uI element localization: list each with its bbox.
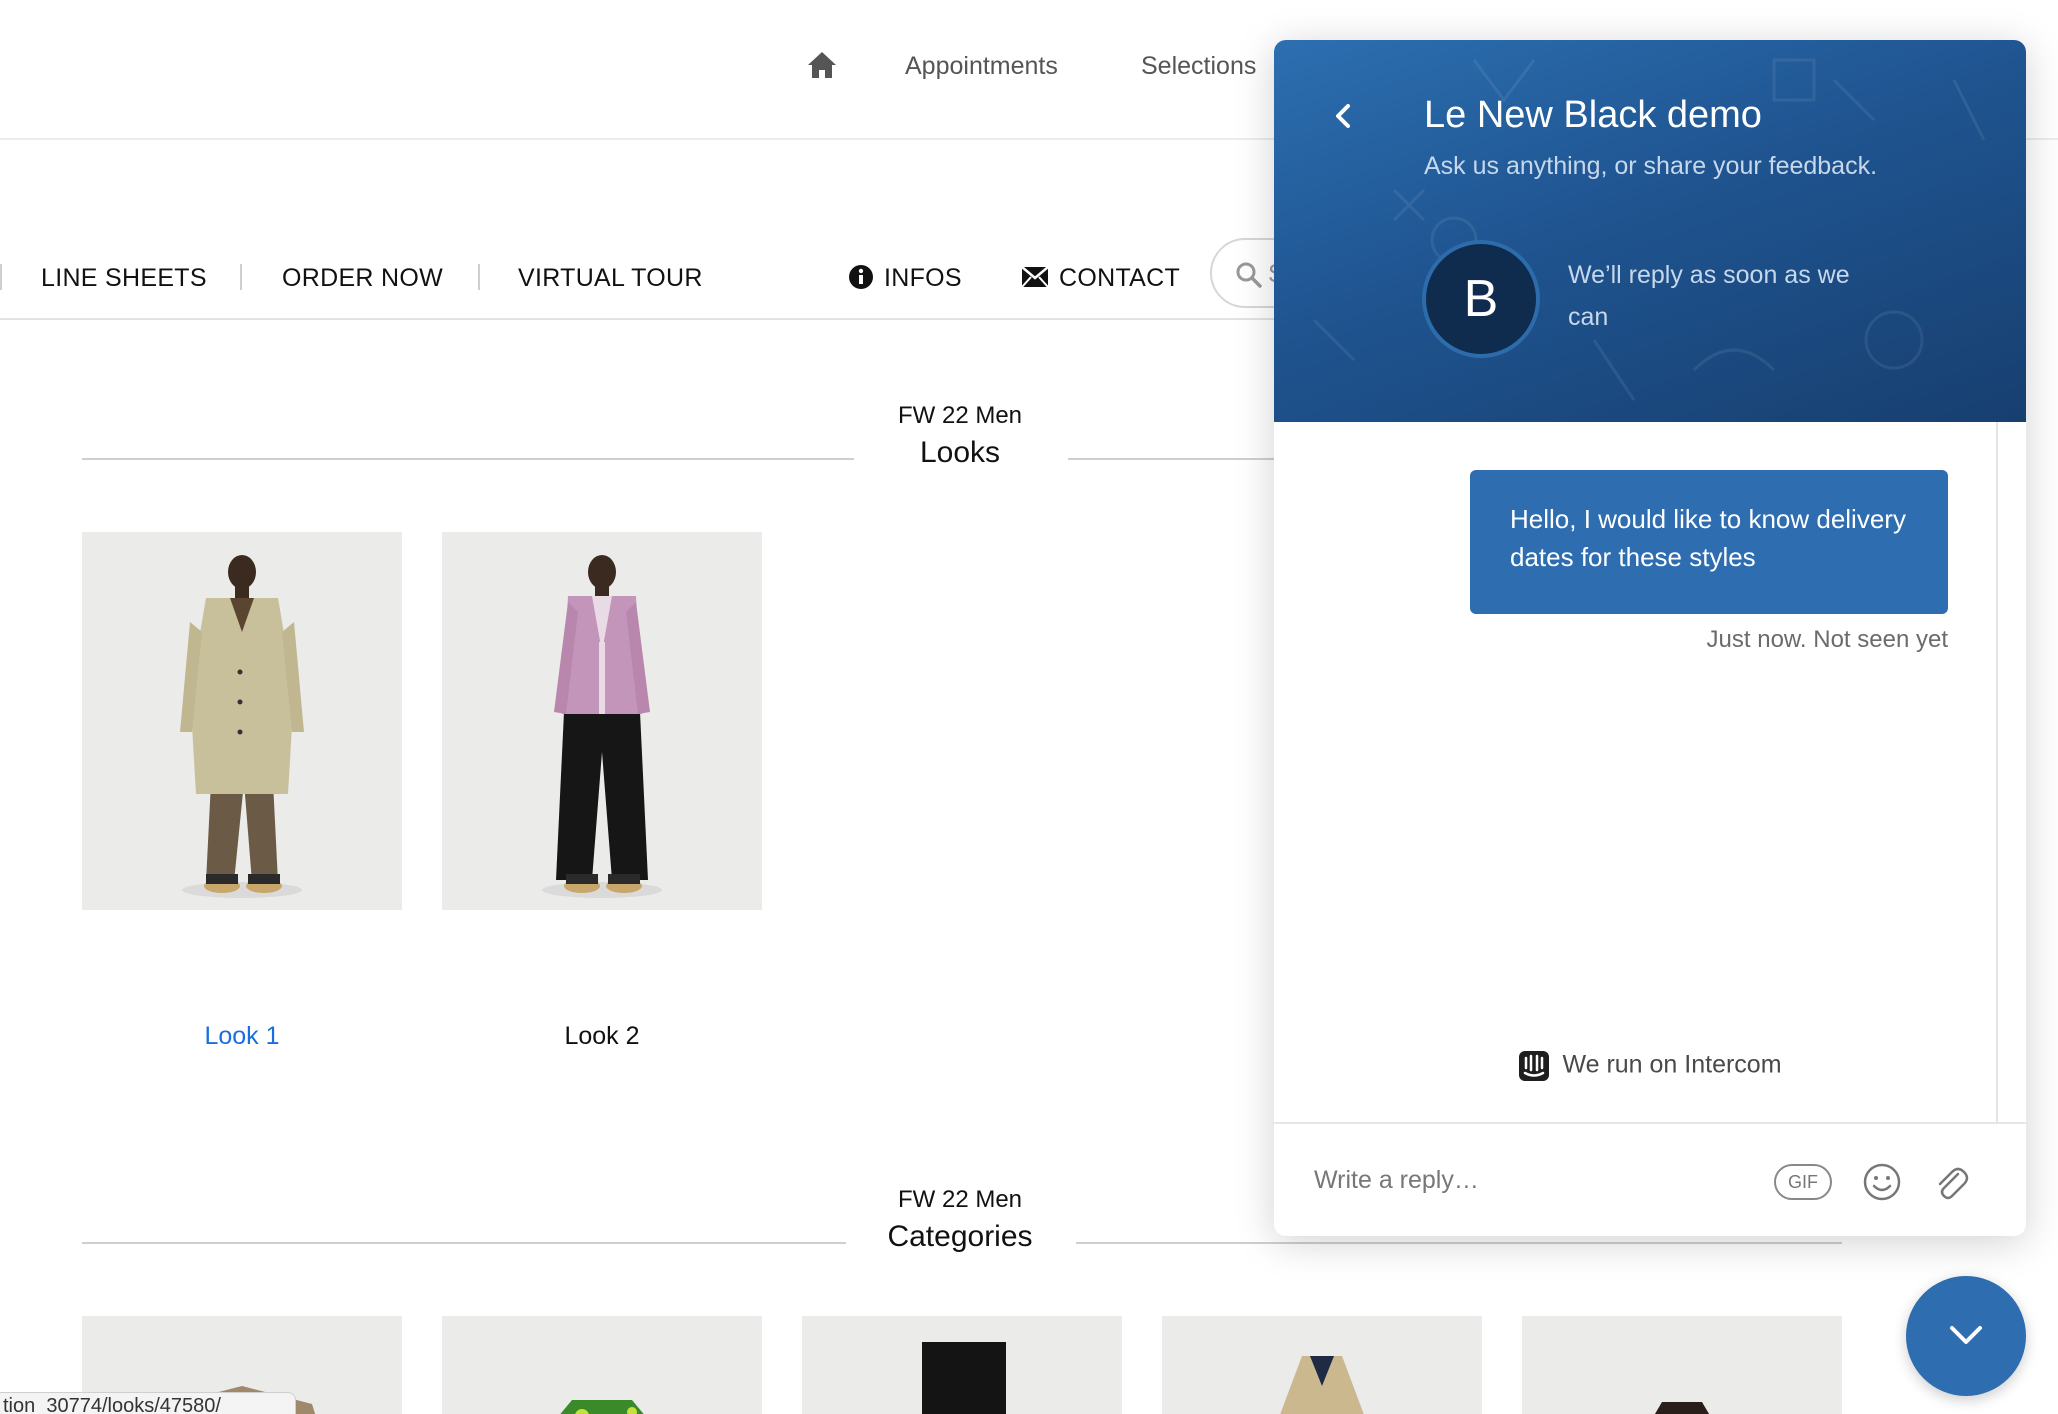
reply-input[interactable] — [1314, 1152, 1734, 1208]
look-1-label[interactable]: Look 1 — [82, 1022, 402, 1051]
looks-kicker: FW 22 Men — [897, 402, 1023, 429]
categories-title: Categories — [887, 1220, 1033, 1253]
nav-virtual-tour[interactable]: VIRTUAL TOUR — [518, 264, 703, 293]
look-2-label[interactable]: Look 2 — [442, 1022, 762, 1051]
reply-composer: GIF — [1274, 1122, 2026, 1236]
nav-line-sheets[interactable]: LINE SHEETS — [41, 264, 207, 293]
chevron-down-icon — [1950, 1326, 1982, 1344]
info-icon — [849, 265, 873, 289]
nav-separator — [240, 264, 242, 290]
model-in-cardigan-image — [442, 532, 762, 910]
section-rule — [82, 1242, 846, 1244]
chat-header: Le New Black demo Ask us anything, or sh… — [1274, 40, 2026, 422]
category-card[interactable] — [1162, 1316, 1482, 1414]
nav-contact[interactable]: CONTACT — [1059, 264, 1180, 293]
looks-heading: FW 22 Men Looks — [860, 402, 1060, 470]
gif-button[interactable]: GIF — [1774, 1164, 1832, 1200]
mail-icon — [1021, 266, 1049, 288]
powered-by-intercom[interactable]: We run on Intercom — [1274, 1050, 2026, 1082]
look-2-image[interactable] — [442, 532, 762, 910]
nav-separator — [0, 264, 2, 290]
categories-kicker: FW 22 Men — [897, 1186, 1023, 1213]
looks-title: Looks — [919, 436, 1001, 469]
nav-infos[interactable]: INFOS — [884, 264, 962, 293]
powered-by-text[interactable]: We run on Intercom — [1562, 1051, 1781, 1079]
home-icon[interactable] — [806, 50, 838, 80]
appointments-link[interactable]: Appointments — [905, 52, 1058, 81]
reply-time-note: We’ll reply as soon as we can — [1568, 261, 1850, 331]
user-message-bubble: Hello, I would like to know delivery dat… — [1470, 470, 1948, 614]
sub-nav: LINE SHEETS ORDER NOW VIRTUAL TOUR INFOS… — [0, 230, 1370, 320]
section-rule — [1068, 458, 1278, 460]
section-rule — [82, 458, 854, 460]
chat-subtitle: Ask us anything, or share your feedback. — [1424, 152, 1878, 180]
back-button[interactable] — [1324, 96, 1364, 136]
intercom-logo-icon — [1519, 1051, 1550, 1081]
category-image — [802, 1316, 1122, 1414]
nav-separator — [478, 264, 480, 290]
look-1-text[interactable]: Look 1 — [204, 1022, 279, 1050]
message-status: Just now. Not seen yet — [1706, 626, 1948, 653]
chat-launcher-button[interactable] — [1906, 1276, 2026, 1396]
agent-avatar: B — [1422, 240, 1540, 358]
category-image — [1522, 1316, 1842, 1414]
category-card[interactable] — [1522, 1316, 1842, 1414]
search-icon — [1236, 262, 1262, 288]
nav-order-now[interactable]: ORDER NOW — [282, 264, 443, 293]
category-image — [1162, 1316, 1482, 1414]
status-bar-url: tion_30774/looks/47580/ — [0, 1392, 296, 1414]
chat-scrollbar[interactable] — [1996, 422, 1998, 1122]
model-in-coat-image — [82, 532, 402, 910]
chat-title: Le New Black demo — [1424, 94, 1762, 136]
attachment-icon[interactable] — [1930, 1160, 1970, 1204]
section-rule — [1076, 1242, 1842, 1244]
look-1-image[interactable] — [82, 532, 402, 910]
category-card[interactable] — [802, 1316, 1122, 1414]
category-card[interactable] — [442, 1316, 762, 1414]
selections-link[interactable]: Selections — [1141, 52, 1256, 81]
category-image — [442, 1316, 762, 1414]
categories-heading: FW 22 Men Categories — [860, 1186, 1060, 1254]
emoji-icon[interactable] — [1862, 1162, 1902, 1202]
look-2-text[interactable]: Look 2 — [564, 1022, 639, 1050]
chat-panel: Le New Black demo Ask us anything, or sh… — [1274, 40, 2026, 1236]
